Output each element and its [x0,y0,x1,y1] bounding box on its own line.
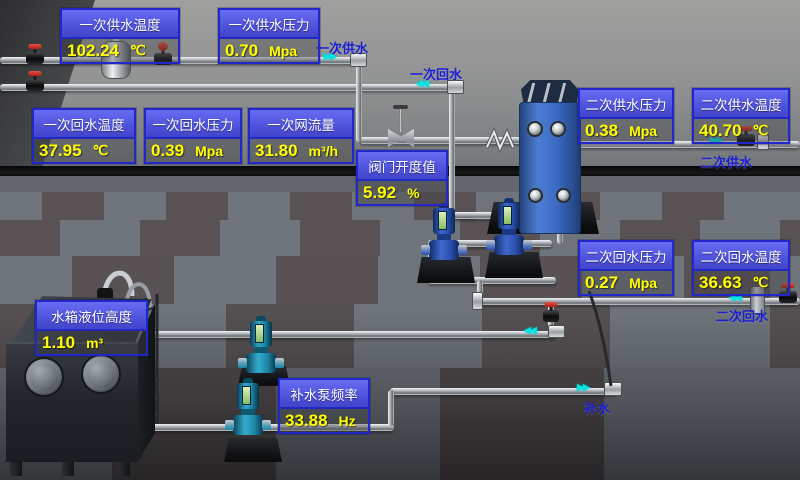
gauge-tank-level: 水箱液位高度 1.10 m³ [35,300,148,356]
gauge-title: 二次供水压力 [580,90,672,119]
gauge-unit: Mpa [269,43,297,59]
label-primary-supply-pipe: 一次供水 [316,38,368,57]
pipe-primary-return [0,84,458,91]
gauge-title: 阀门开度值 [358,152,446,181]
gauge-unit: ℃ [753,122,769,139]
gauge-value: 1.10 [42,333,75,353]
hx-port [556,188,571,203]
gauge-primary-flow: 一次网流量 31.80 m³/h [248,108,354,164]
gauge-title: 一次回水温度 [34,110,134,139]
gauge-secondary-return-pressure: 二次回水压力 0.27 Mpa [578,240,674,296]
label-secondary-supply-pipe: 二次供水 [700,152,752,171]
pump-indicator-panel [242,386,251,405]
gauge-title: 补水泵频率 [280,380,368,409]
pump-indicator-panel [438,211,447,230]
hx-port [550,121,566,137]
gauge-value: 0.27 [585,273,618,293]
gauge-valve-opening: 阀门开度值 5.92% [356,150,448,206]
pump-base [224,438,282,462]
pipe-flange [472,292,483,310]
pump-indicator-panel [255,324,264,343]
hx-port [527,121,543,137]
gauge-unit: Mpa [195,143,223,159]
gauge-title: 一次网流量 [250,110,352,139]
pipe-primary-supply-drop [356,60,362,142]
gauge-unit: Hz [339,413,356,429]
makeup-pump-1[interactable] [246,316,276,373]
gauge-secondary-supply-temp: 二次供水温度 40.70 ℃ [692,88,790,144]
gauge-title: 二次回水温度 [694,242,788,271]
pipe-tank-upper [148,331,556,338]
pump-indicator-panel [503,206,512,225]
gauge-secondary-supply-pressure: 二次供水压力 0.38 Mpa [578,88,674,144]
gauge-title: 一次供水压力 [220,10,318,39]
gauge-value: 0.39 [151,141,184,161]
makeup-line-valve[interactable] [543,310,559,322]
gauge-value: 0.70 [225,41,258,61]
makeup-pump-2[interactable] [233,378,263,435]
plate-heat-exchanger[interactable] [519,80,581,236]
gauge-title: 二次供水温度 [694,90,788,119]
pipe-to-control-valve [360,137,532,144]
tank-leg [10,460,22,476]
pipe-flange [604,382,622,396]
gauge-unit: ℃ [753,274,769,291]
gauge-value: 40.70 [699,121,742,141]
circulation-pump-1[interactable] [429,203,459,260]
pipe-makeup-elbow [388,390,394,426]
gauge-unit: % [407,185,419,201]
heat-exchanger-body [519,102,581,234]
pipe-flange [548,325,565,338]
gauge-unit: Mpa [629,123,657,139]
label-primary-return-pipe: 一次回水 [410,64,462,83]
shutoff-valve[interactable] [26,79,44,91]
gauge-unit: ℃ [130,42,146,59]
gauge-primary-supply-temp: 一次供水温度 102.24 ℃ [60,8,180,64]
flow-arrow-left: ◀◀ [524,326,536,335]
gauge-unit: ℃ [93,142,109,159]
gauge-value: 5.92 [363,183,396,203]
gauge-makeup-pump-frequency: 补水泵频率 33.88 Hz [278,378,370,434]
tank-manhole-cover [24,357,64,397]
hmi-heating-station-scene: ▶▶ ◀◀ ▶▶ ◀◀ ◀◀ ▶▶ [0,0,800,480]
hx-port [528,188,543,203]
gauge-title: 水箱液位高度 [37,302,146,331]
gauge-unit: Mpa [629,275,657,291]
gauge-value: 0.38 [585,121,618,141]
gauge-value: 31.80 [255,141,298,161]
gauge-unit: m³/h [309,143,339,159]
gauge-primary-supply-pressure: 一次供水压力 0.70 Mpa [218,8,320,64]
water-tank[interactable] [6,342,138,462]
gauge-primary-return-pressure: 一次回水压力 0.39 Mpa [144,108,242,164]
pipe-primary-return-riser [449,87,455,215]
control-valve-stem [399,108,402,132]
gauge-title: 一次供水温度 [62,10,178,39]
label-secondary-return-pipe: 二次回水 [716,306,768,325]
label-makeup-pipe: 补水 [584,398,610,417]
gauge-title: 二次回水压力 [580,242,672,271]
gauge-primary-return-temp: 一次回水温度 37.95 ℃ [32,108,136,164]
gauge-value: 37.95 [39,141,82,161]
flow-arrow-right: ▶▶ [577,383,589,392]
gauge-secondary-return-temp: 二次回水温度 36.63 ℃ [692,240,790,296]
gauge-value: 102.24 [67,41,119,61]
tank-manhole-cover [81,354,121,394]
tank-leg [118,460,130,476]
gauge-unit: m³ [86,335,103,351]
tank-leg [62,462,74,476]
control-valve-wheel [393,105,408,109]
gauge-value: 36.63 [699,273,742,293]
circulation-pump-2[interactable] [494,198,524,255]
gauge-value: 33.88 [285,411,328,431]
pump-base [417,257,475,283]
pump-base [485,252,543,278]
gauge-title: 一次回水压力 [146,110,240,139]
shutoff-valve[interactable] [26,52,44,64]
